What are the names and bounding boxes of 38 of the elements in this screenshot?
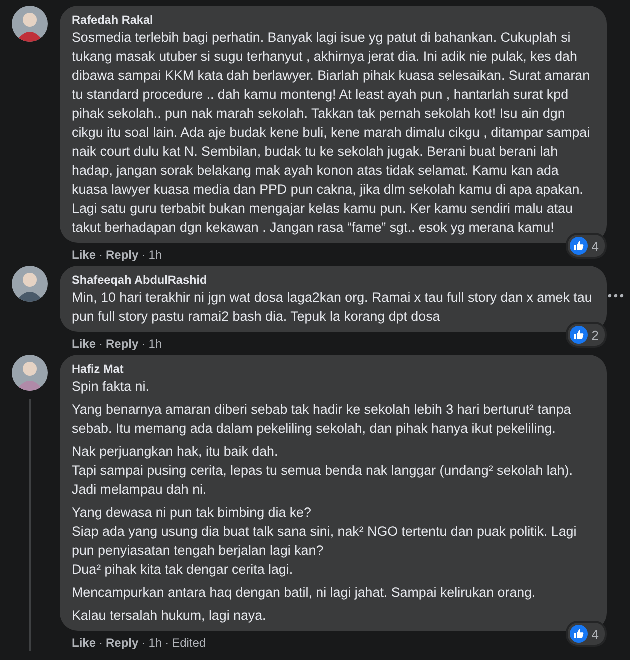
meta-text: 1h — [148, 247, 162, 263]
reaction-count[interactable]: 2 — [568, 324, 605, 346]
reaction-count[interactable]: 4 — [568, 235, 605, 257]
comment-text: Yang benarnya amaran diberi sebab tak hadir ke sekolah lebih 3 hari berturut² tanpa sebab. Itu memang ada dalam pekeliling sekolah, dan pihak hanya ikut pekeliling. — [72, 401, 572, 438]
separator-dot: · — [142, 247, 146, 263]
separator-dot: · — [99, 635, 104, 651]
comment-text: Yang dewasa ni pun tak bimbing dia ke? Siap ada yang usung dia buat talk sana sini, nak² NGO tertentu dan puak politik. Lagi pun penyiasatan tengah berjalan lagi kan? Dua² pihak kita tak dengar cerita lagi. — [72, 504, 578, 579]
comment-text: Mencampurkan antara haq dengan batil, ni lagi jahat. Sampai kelirukan orang. — [72, 584, 537, 602]
like-icon — [570, 237, 588, 255]
comment-text: Min, 10 hari terakhir ni jgn wat dosa laga2kan org. Ramai x tau full story dan x amek tau pun full story pastu ramai2 bash dia. Tepuk la korang dpt dosa — [72, 289, 594, 326]
avatar[interactable] — [12, 355, 48, 391]
separator-dot: · — [99, 247, 104, 263]
comment-text: Spin fakta ni. — [72, 378, 150, 396]
action-link[interactable]: Like — [72, 247, 96, 263]
separator-dot: · — [142, 336, 146, 352]
action-link[interactable]: Reply — [106, 247, 139, 263]
author-name[interactable]: Hafiz Mat — [72, 361, 595, 377]
action-link[interactable]: Like — [72, 635, 96, 651]
like-icon — [570, 625, 588, 643]
action-link[interactable]: Like — [72, 336, 96, 352]
avatar[interactable] — [12, 6, 48, 42]
comment-text: Nak perjuangkan hak, itu baik dah. Tapi sampai pusing cerita, lepas tu semua benda nak langgar (undang² sekolah lah). Jadi melampau dah ni. — [72, 443, 574, 499]
author-name[interactable]: Rafedah Rakal — [72, 12, 595, 28]
separator-dot: · — [165, 635, 170, 651]
action-link[interactable]: Reply — [106, 336, 139, 352]
separator-dot: · — [99, 336, 104, 352]
avatar[interactable] — [12, 266, 48, 302]
separator-dot: · — [142, 635, 146, 651]
author-name[interactable]: Shafeeqah AbdulRashid — [72, 272, 595, 288]
meta-text: 1h — [148, 336, 162, 352]
meta-text: 1h — [148, 635, 162, 651]
action-link[interactable]: Reply — [106, 635, 139, 651]
more-options-icon[interactable] — [608, 294, 624, 298]
like-icon — [570, 326, 588, 344]
comment-text: Kalau tersalah hukum, lagi naya. — [72, 607, 268, 625]
reaction-count[interactable]: 4 — [568, 623, 605, 645]
meta-text: Edited — [172, 635, 206, 651]
comment-text: Sosmedia terlebih bagi perhatin. Banyak lagi isue yg patut di bahankan. Cukuplah si tukang masak utuber si sugu terhanyut , akhirnya jerat dia. Ini adik nie pulak, kes dah dibawa sampai KKM kata dah berlawyer. Biarlah pihak kuasa selesaikan. Surat amaran tu standard procedure .. dah kamu monteng! At least ayah pun , hantarlah surat kpd pihak sekolah.. pun nak marah sekolah. Takkan tak pernah sekolah kot! Isu ain dgn cikgu itu soal lain. Ada aje budak kene buli, kene marah dimalu cikgu , ditampar sampai naik court dulu kat N. Sembilan, budak tu ke sekolah jugak. Berani buat berani lah hadap, jangan sorak belakang mak ayah konon atas tidak selamat. Kamu kan ada kuasa lawyer kuasa media dan PPD pun cakna, jika dlm sekolah kamu di apa apakan. Lagi satu guru terbabit bukan mengajar kelas kamu pun. Ker kamu sendiri malu atau takut berhadapan dgn kekawan . Jangan rasa “fame” sgt.. esok yg merana kamu! — [72, 29, 592, 237]
